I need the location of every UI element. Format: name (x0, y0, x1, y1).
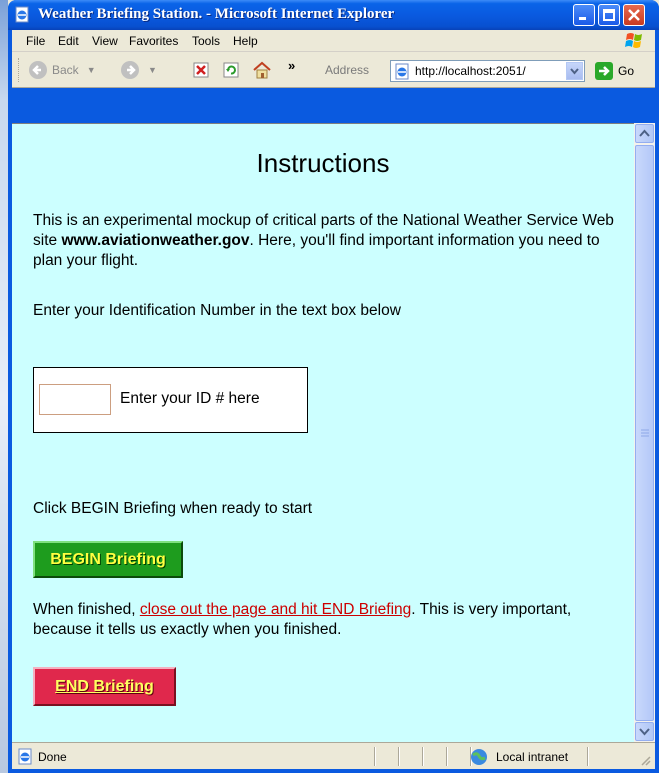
id-input[interactable] (39, 384, 111, 415)
minimize-icon (579, 17, 586, 20)
back-label: Back (52, 63, 79, 77)
grip-icon (641, 429, 649, 437)
finish-paragraph: When finished, close out the page and hi… (33, 600, 623, 640)
windows-logo-icon (625, 33, 642, 48)
forward-arrow-icon (121, 61, 139, 79)
ie-page-icon (18, 748, 32, 765)
status-divider (446, 747, 448, 766)
begin-briefing-button[interactable]: BEGIN Briefing (33, 541, 183, 578)
back-dropdown-icon[interactable]: ▼ (87, 65, 96, 75)
go-button[interactable]: Go (594, 60, 654, 82)
minimize-button[interactable] (573, 4, 595, 26)
toolbar: Back ▼ ▼ » Address http://localhost:2051… (12, 52, 655, 88)
scroll-thumb[interactable] (635, 145, 654, 721)
chevron-down-icon (570, 68, 579, 75)
status-divider (587, 747, 589, 766)
begin-button-label: BEGIN Briefing (50, 550, 166, 568)
address-input[interactable]: http://localhost:2051/ (415, 64, 526, 78)
menu-favorites[interactable]: Favorites (129, 34, 178, 48)
status-text: Done (38, 750, 67, 764)
finish-text-before: When finished, (33, 601, 140, 618)
desktop-edge (0, 0, 8, 773)
browser-window: Weather Briefing Station. - Microsoft In… (8, 0, 659, 773)
maximize-icon (603, 9, 615, 21)
stop-button[interactable] (192, 59, 210, 81)
close-button[interactable] (623, 4, 645, 26)
address-bar[interactable]: http://localhost:2051/ (390, 60, 585, 82)
toolbar-grip[interactable] (18, 58, 21, 82)
menu-edit[interactable]: Edit (58, 34, 79, 48)
go-label: Go (618, 64, 635, 78)
address-dropdown-button[interactable] (566, 62, 583, 80)
local-intranet-globe-icon (471, 749, 487, 765)
status-divider (422, 747, 424, 766)
forward-button[interactable]: ▼ (120, 59, 157, 81)
status-bar: Done Local intranet (12, 742, 655, 769)
ie-page-icon (15, 6, 29, 23)
resize-grip-icon[interactable] (640, 755, 652, 767)
home-button[interactable] (252, 59, 272, 81)
status-divider (398, 747, 400, 766)
back-arrow-icon (29, 61, 47, 79)
window-frame-bottom (8, 769, 659, 773)
id-entry-box: Enter your ID # here (33, 367, 308, 433)
window-title: Weather Briefing Station. - Microsoft In… (38, 6, 395, 22)
chevron-down-icon (639, 728, 650, 736)
maximize-button[interactable] (598, 4, 620, 26)
vertical-scrollbar[interactable] (634, 123, 655, 742)
address-label: Address (325, 63, 370, 77)
end-briefing-button[interactable]: END Briefing (33, 667, 176, 706)
intro-paragraph: This is an experimental mockup of critic… (33, 211, 623, 271)
go-arrow-icon (595, 62, 613, 80)
scroll-down-button[interactable] (635, 722, 654, 741)
back-button[interactable]: Back ▼ (28, 59, 96, 81)
end-button-label: END Briefing (55, 677, 154, 695)
page-heading: Instructions (256, 148, 390, 178)
enter-id-instruction: Enter your Identification Number in the … (33, 302, 401, 319)
title-bar[interactable]: Weather Briefing Station. - Microsoft In… (8, 0, 659, 30)
menu-tools[interactable]: Tools (192, 34, 220, 48)
scroll-up-button[interactable] (635, 124, 654, 143)
menu-view[interactable]: View (92, 34, 118, 48)
status-divider (374, 747, 376, 766)
menu-file[interactable]: File (26, 34, 45, 48)
stop-icon (193, 62, 209, 78)
refresh-button[interactable] (222, 59, 240, 81)
id-input-label: Enter your ID # here (120, 390, 260, 407)
begin-instruction: Click BEGIN Briefing when ready to start (33, 500, 313, 517)
refresh-icon (223, 62, 239, 78)
security-zone: Local intranet (496, 750, 569, 764)
home-icon (253, 61, 271, 79)
forward-dropdown-icon[interactable]: ▼ (148, 65, 157, 75)
site-name: www.aviationweather.gov (61, 232, 250, 249)
menu-bar: File Edit View Favorites Tools Help (12, 30, 655, 52)
close-page-link[interactable]: close out the page and hit END Briefing (140, 601, 411, 618)
menu-help[interactable]: Help (233, 34, 258, 48)
close-icon (628, 9, 640, 21)
chevron-up-icon (639, 129, 650, 137)
ie-page-icon (395, 63, 409, 80)
page-content: Instructions This is an experimental moc… (12, 123, 634, 742)
toolbar-more-chevron[interactable]: » (288, 58, 295, 73)
